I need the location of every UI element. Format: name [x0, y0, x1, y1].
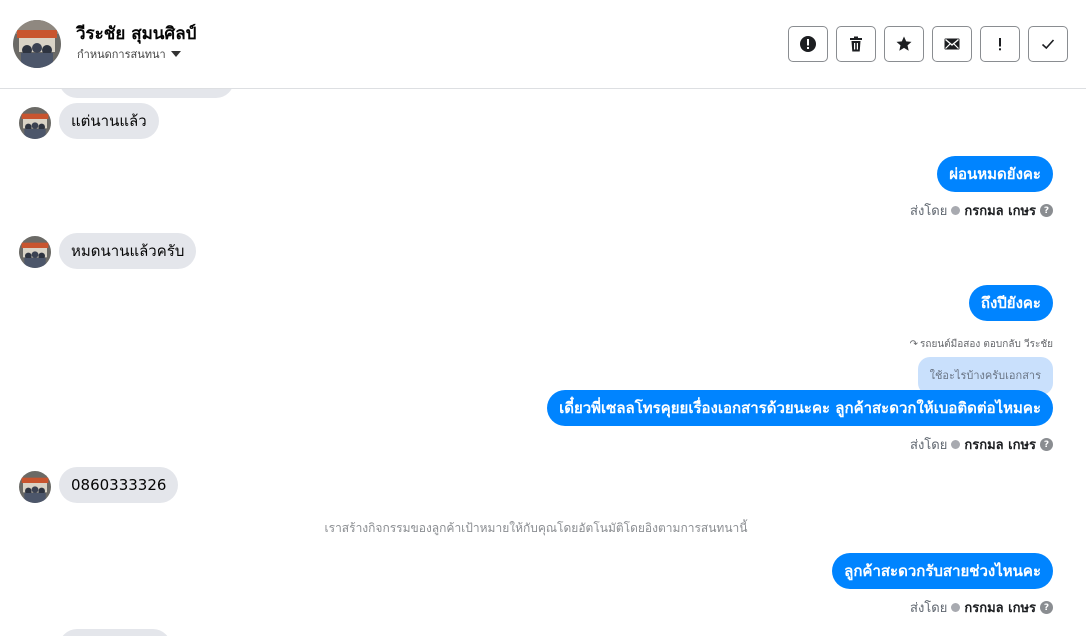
sent-by-meta: ส่งโดย กรกมล เกษร ? — [910, 597, 1053, 618]
message-bubble-partial — [59, 89, 234, 98]
help-icon[interactable]: ? — [1040, 601, 1053, 614]
outgoing-message[interactable]: ผ่อนหมดยังคะ — [937, 156, 1053, 192]
header-actions — [788, 26, 1068, 62]
message-thread[interactable]: แต่นานแล้ว ผ่อนหมดยังคะ ส่งโดย กรกมล เกษ… — [0, 89, 1086, 636]
message-bubble-partial — [59, 629, 171, 636]
sent-by-label: ส่งโดย — [910, 438, 948, 453]
outgoing-message[interactable]: เดี๋ยวพี่เซลลโทรคุยยเรื่องเอกสารด้วยนะคะ… — [547, 390, 1053, 426]
alert-circle-icon — [800, 36, 816, 52]
help-icon[interactable]: ? — [1040, 204, 1053, 217]
contact-avatar[interactable] — [13, 20, 61, 68]
sent-by-label: ส่งโดย — [910, 204, 948, 219]
system-note: เราสร้างกิจกรรมของลูกค้าเป้าหมายให้กับคุ… — [324, 521, 748, 535]
sender-badge-icon — [951, 440, 961, 449]
follow-up-button[interactable] — [980, 26, 1020, 62]
conversation-settings-dropdown[interactable]: กำหนดการสนทนา — [77, 45, 181, 63]
envelope-icon — [944, 38, 960, 50]
mark-spam-button[interactable] — [788, 26, 828, 62]
sent-by-meta: ส่งโดย กรกมล เกษร ? — [910, 434, 1053, 455]
reply-arrow-icon: ↷ — [909, 339, 919, 350]
sent-by-meta: ส่งโดย กรกมล เกษร ? — [910, 200, 1053, 221]
sender-avatar[interactable] — [19, 236, 51, 268]
conversation-settings-label: กำหนดการสนทนา — [77, 48, 166, 61]
sender-badge-icon — [951, 206, 961, 215]
exclamation-icon — [999, 38, 1001, 51]
outgoing-message[interactable]: ลูกค้าสะดวกรับสายช่วงไหนคะ — [832, 553, 1053, 589]
incoming-message[interactable]: แต่นานแล้ว — [59, 103, 159, 139]
checkmark-icon — [1041, 39, 1055, 50]
star-icon — [896, 36, 912, 51]
reply-context-text: รถยนต์มือสอง ตอบกลับ วีระชัย — [920, 339, 1053, 350]
conversation-header: วีระชัย สุมนศิลป์ กำหนดการสนทนา — [0, 0, 1086, 89]
caret-down-icon — [170, 51, 181, 57]
star-button[interactable] — [884, 26, 924, 62]
contact-name[interactable]: วีระชัย สุมนศิลป์ — [76, 20, 196, 47]
reply-context: ↷ รถยนต์มือสอง ตอบกลับ วีระชัย — [910, 337, 1053, 352]
trash-icon — [850, 36, 862, 52]
mark-unread-button[interactable] — [932, 26, 972, 62]
sender-avatar[interactable] — [19, 107, 51, 139]
sender-name[interactable]: กรกมล เกษร — [964, 434, 1036, 455]
sender-name[interactable]: กรกมล เกษร — [964, 597, 1036, 618]
incoming-message[interactable]: หมดนานแล้วครับ — [59, 233, 197, 269]
sender-avatar[interactable] — [19, 471, 51, 503]
outgoing-message[interactable]: ถึงปียังคะ — [968, 285, 1053, 321]
incoming-message[interactable]: 0860333326 — [59, 467, 179, 503]
delete-button[interactable] — [836, 26, 876, 62]
help-icon[interactable]: ? — [1040, 438, 1053, 451]
sender-name[interactable]: กรกมล เกษร — [964, 200, 1036, 221]
sender-badge-icon — [951, 603, 961, 612]
mark-done-button[interactable] — [1028, 26, 1068, 62]
sent-by-label: ส่งโดย — [910, 601, 948, 616]
